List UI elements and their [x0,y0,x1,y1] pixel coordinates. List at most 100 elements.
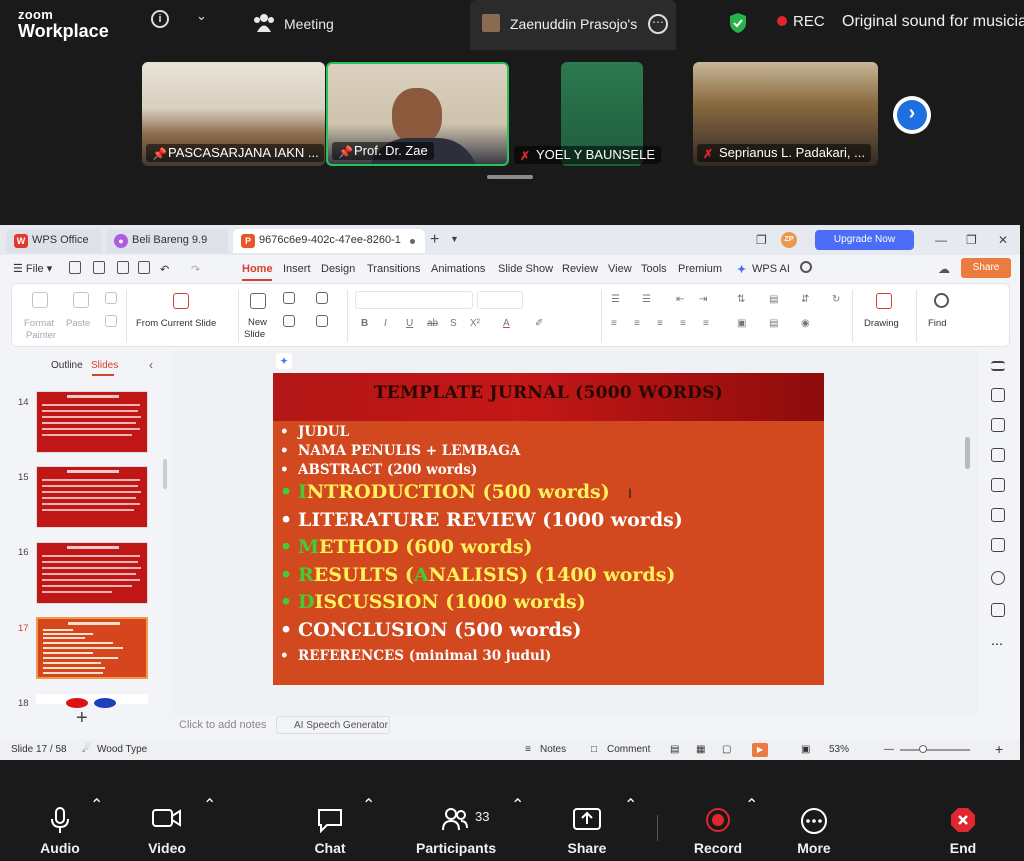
video-button[interactable]: Video [137,795,197,861]
format-painter-icon[interactable] [32,292,48,308]
tab-home[interactable]: Home [242,263,273,275]
zoom-slider-handle[interactable] [919,745,927,753]
search-icon[interactable] [800,261,812,273]
italic-icon[interactable]: I [384,318,387,329]
share-button[interactable]: Share [961,258,1011,278]
more-options-icon[interactable]: ⋯ [648,14,668,34]
comment-toggle[interactable]: Comment [607,744,650,755]
current-slide[interactable]: TEMPLATE JURNAL (5000 WORDS) • JUDUL • NAM… [273,373,824,685]
more-icon[interactable]: ⋯ [991,637,1005,651]
next-page-button[interactable]: › [893,96,931,134]
find-button[interactable]: Find [928,318,946,329]
fit-slide-icon[interactable]: ▣ [801,744,810,755]
minimize-icon[interactable]: — [935,233,947,247]
align-center-icon[interactable]: ≡ [634,318,640,329]
settings-sliders-icon[interactable] [991,388,1005,402]
end-meeting-button[interactable]: End [933,795,993,861]
text-direction-icon[interactable]: ⇵ [801,294,809,305]
chevron-down-icon[interactable]: ▼ [450,234,459,244]
chevron-down-icon[interactable]: ⌄ [196,8,207,24]
superscript-icon[interactable]: X² [470,318,480,329]
screen-share-tab[interactable]: Zaenuddin Prasojo's s ⋯ [470,0,676,50]
decrease-indent-icon[interactable]: ⇤ [676,294,684,305]
participants-button[interactable]: Participants [416,795,496,861]
slides-pane-scrollbar[interactable] [163,459,167,489]
tab-tools[interactable]: Tools [641,263,667,275]
reading-view-icon[interactable]: ▢ [722,744,731,755]
canvas-scrollbar[interactable] [965,437,970,469]
zoom-level[interactable]: 53% [829,744,849,755]
normal-view-icon[interactable]: ▤ [670,744,679,755]
zoom-out-icon[interactable]: — [884,744,894,755]
distribute-icon[interactable]: ≡ [703,318,709,329]
notes-toggle[interactable]: Notes [540,744,566,755]
tab-wps-office[interactable]: W WPS Office [6,229,102,253]
menu-icon[interactable] [991,361,1005,371]
ai-speech-generator-button[interactable]: AI Speech Generator [276,716,390,734]
restore-icon[interactable]: ❐ [966,233,977,247]
section-icon[interactable] [316,292,328,304]
original-sound-label[interactable]: Original sound for musicians [842,13,1024,31]
new-tab-icon[interactable]: + [430,231,439,249]
slide-bullet[interactable]: • INTRODUCTION (500 words) [280,481,610,503]
participants-options-caret[interactable]: ⌃ [511,795,524,861]
find-icon[interactable] [934,293,949,308]
shadow-icon[interactable]: S [450,318,457,329]
notes-area[interactable]: Click to add notes AI Speech Generator [172,716,972,736]
text-box-icon[interactable]: ▣ [737,318,746,329]
zoom-in-icon[interactable]: + [995,741,1003,757]
numbering-icon[interactable]: ☰ [642,294,651,305]
audio-button[interactable]: Audio [30,795,90,861]
slideshow-play-icon[interactable]: ▶ [752,743,768,757]
wps-ai-icon[interactable]: ✦ [276,353,292,369]
paste-icon[interactable] [73,292,89,308]
audio-options-caret[interactable]: ⌃ [90,795,103,861]
tab-review[interactable]: Review [562,263,598,275]
cloud-sync-icon[interactable]: ☁ [938,262,950,276]
tab-outline[interactable]: Outline [51,360,83,371]
slide-bullet[interactable]: • RESULTS (ANALISIS) (1400 words) [280,564,675,586]
video-options-caret[interactable]: ⌃ [203,795,216,861]
play-from-current-icon[interactable] [173,293,189,309]
magic-icon[interactable] [991,478,1005,492]
close-icon[interactable]: ✕ [998,233,1008,247]
slide-thumbnail[interactable] [36,466,148,528]
comment-icon[interactable] [991,603,1005,617]
participant-tile[interactable]: 📌 PASCASARJANA IAKN ... [142,62,325,166]
from-current-slide-button[interactable]: From Current Slide [136,318,216,329]
new-slide-icon[interactable] [250,293,266,309]
shield-icon[interactable] [729,12,747,34]
slide-thumbnail[interactable] [36,694,148,708]
print-icon[interactable] [117,261,129,274]
tab-animations[interactable]: Animations [431,263,485,275]
upgrade-button[interactable]: Upgrade Now [815,230,914,250]
theme-name[interactable]: Wood Type [97,744,147,755]
copy-style-icon[interactable] [991,448,1005,462]
slide-thumbnail[interactable] [36,391,148,453]
shirt-icon[interactable] [991,508,1005,522]
paste-label[interactable]: Paste [66,318,90,329]
smartart-icon[interactable]: ◉ [801,318,810,329]
more-button[interactable]: More [784,795,844,861]
layout-icon[interactable] [283,292,295,304]
justify-icon[interactable]: ≡ [680,318,686,329]
new-slide-label-2[interactable]: Slide [244,329,265,340]
slide-bullet[interactable]: • LITERATURE REVIEW (1000 words) [280,509,683,531]
info-icon[interactable]: i [151,10,169,28]
arrange-icon[interactable] [316,315,328,327]
copy-icon[interactable] [105,315,117,327]
meeting-label[interactable]: Meeting [284,16,334,32]
slide-canvas[interactable]: ✦ TEMPLATE JURNAL (5000 WORDS) • JUDUL • N… [172,351,980,716]
share-options-caret[interactable]: ⌃ [624,795,637,861]
tab-premium[interactable]: Premium [678,263,722,275]
slide-bullet[interactable]: • ABSTRACT (200 words) [280,462,477,478]
add-slide-icon[interactable]: + [76,707,88,730]
increase-indent-icon[interactable]: ⇥ [699,294,707,305]
tab-transitions[interactable]: Transitions [367,263,420,275]
slide-bullet[interactable]: • JUDUL [280,424,349,440]
tab-design[interactable]: Design [321,263,355,275]
slide-thumbnail-active[interactable] [36,617,148,679]
align-left-icon[interactable]: ≡ [611,318,617,329]
tab-presentation-file[interactable]: P 9676c6e9-402c-47ee-8260-1 [233,229,425,253]
strikethrough-icon[interactable]: ab [427,318,438,329]
